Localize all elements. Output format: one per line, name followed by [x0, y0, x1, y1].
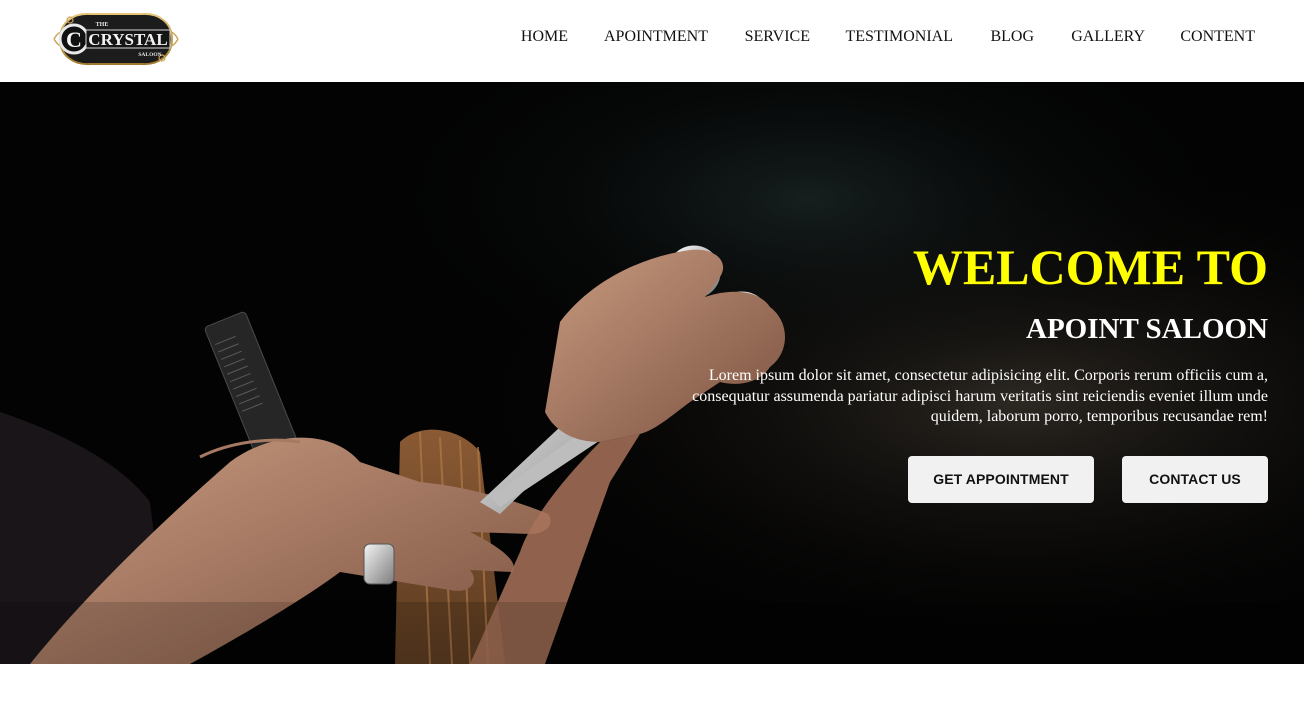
nav-service[interactable]: SERVICE [745, 28, 810, 46]
nav-gallery[interactable]: GALLERY [1071, 28, 1145, 46]
nav-blog[interactable]: BLOG [990, 28, 1034, 46]
nav-content[interactable]: CONTENT [1180, 28, 1255, 46]
page-bottom-space [0, 664, 1304, 717]
hero-description: Lorem ipsum dolor sit amet, consectetur … [692, 367, 1268, 425]
hero-section: WELCOME TO APOINT SALOON Lorem ipsum dol… [0, 82, 1304, 664]
nav-home[interactable]: HOME [521, 28, 568, 46]
nav-testimonial[interactable]: TESTIMONIAL [845, 28, 953, 46]
get-appointment-button[interactable]: GET APPOINTMENT [908, 456, 1094, 503]
contact-us-button[interactable]: CONTACT US [1122, 456, 1268, 503]
hero-title: WELCOME TO [912, 239, 1268, 295]
hero-subtitle: APOINT SALOON [1026, 313, 1268, 345]
logo-bottom-text: SALOON [138, 52, 161, 58]
nav-appointment[interactable]: APOINTMENT [604, 28, 708, 46]
crystal-saloon-logo[interactable]: C CRYSTAL THE SALOON [50, 8, 182, 70]
logo-top-text: THE [96, 22, 109, 28]
logo-name: CRYSTAL [88, 30, 167, 49]
svg-text:C: C [66, 27, 82, 52]
site-header: C CRYSTAL THE SALOON HOME APOINTMENT SER… [0, 0, 1304, 82]
